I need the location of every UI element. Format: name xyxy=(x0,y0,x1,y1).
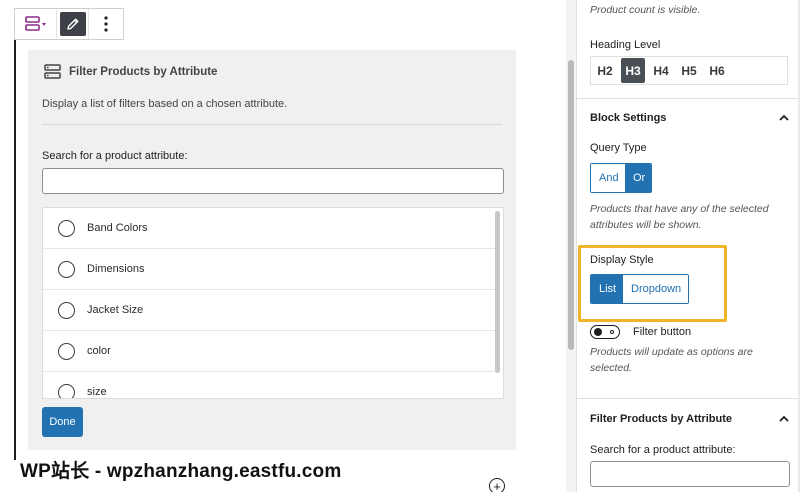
list-item[interactable]: Jacket Size xyxy=(43,290,495,331)
search-label: Search for a product attribute: xyxy=(42,150,188,162)
query-type-label: Query Type xyxy=(590,142,647,154)
query-and-button[interactable]: And xyxy=(591,164,625,192)
editor-scrollbar-thumb[interactable] xyxy=(568,60,574,350)
vertical-ellipsis-icon xyxy=(104,16,108,32)
block-switcher-button[interactable] xyxy=(15,9,57,39)
highlight-annotation xyxy=(578,245,727,322)
filter-button-label: Filter button xyxy=(633,326,692,338)
plus-circle-icon: + xyxy=(493,478,501,492)
filter-button-toggle[interactable] xyxy=(590,325,620,339)
attribute-label: Dimensions xyxy=(87,263,145,275)
done-button[interactable]: Done xyxy=(42,407,83,437)
heading-level-h6[interactable]: H6 xyxy=(705,58,729,83)
heading-level-h2[interactable]: H2 xyxy=(593,58,617,83)
attribute-label: Band Colors xyxy=(87,222,148,234)
toggle-knob xyxy=(594,328,602,336)
query-or-button[interactable]: Or xyxy=(625,164,651,192)
product-count-note: Product count is visible. xyxy=(590,4,701,16)
list-item[interactable]: Dimensions xyxy=(43,249,495,290)
attribute-search-input[interactable] xyxy=(42,168,504,194)
attribute-label: color xyxy=(87,345,111,357)
radio-button[interactable] xyxy=(58,301,75,319)
attribute-list[interactable]: Band Colors Dimensions Jacket Size color… xyxy=(42,207,504,399)
divider xyxy=(42,124,502,125)
heading-level-h5[interactable]: H5 xyxy=(677,58,701,83)
query-type-toggle: And Or xyxy=(590,163,652,193)
block-toolbar xyxy=(14,8,124,40)
block-description: Display a list of filters based on a cho… xyxy=(42,98,288,110)
pencil-icon xyxy=(66,18,78,30)
block-title: Filter Products by Attribute xyxy=(44,64,217,79)
add-block-button[interactable]: + xyxy=(489,478,505,492)
heading-level-group: H2 H3 H4 H5 H6 xyxy=(590,56,788,85)
filter-block-icon xyxy=(44,64,61,79)
edit-button-bg xyxy=(59,12,86,36)
chevron-up-icon[interactable] xyxy=(778,112,790,124)
list-item[interactable]: color xyxy=(43,331,495,372)
radio-button[interactable] xyxy=(58,342,75,360)
radio-button[interactable] xyxy=(58,260,75,278)
attribute-label: Jacket Size xyxy=(87,304,144,316)
block-title-text: Filter Products by Attribute xyxy=(69,65,218,78)
heading-level-label: Heading Level xyxy=(590,39,661,51)
sidebar-attribute-search-input[interactable] xyxy=(590,461,790,487)
radio-button[interactable] xyxy=(58,219,75,237)
more-options-button[interactable] xyxy=(89,9,123,39)
block-settings-title[interactable]: Block Settings xyxy=(590,112,666,124)
filter-section-title[interactable]: Filter Products by Attribute xyxy=(590,413,732,425)
toggle-off-indicator xyxy=(610,330,614,334)
query-type-help: Products that have any of the selected a… xyxy=(590,203,769,231)
watermark: WP站长 - wpzhanzhang.eastfu.com xyxy=(20,461,342,482)
chevron-up-icon[interactable] xyxy=(778,413,790,425)
editor-canvas: Filter Products by Attribute Display a l… xyxy=(0,0,576,492)
edit-button[interactable] xyxy=(57,9,89,39)
sidebar-search-label: Search for a product attribute: xyxy=(590,444,736,456)
list-scrollbar[interactable] xyxy=(495,211,500,373)
list-item[interactable]: Band Colors xyxy=(43,208,495,249)
divider xyxy=(577,98,798,99)
divider xyxy=(577,398,798,399)
list-item[interactable]: size xyxy=(43,372,495,398)
filter-button-help: Products will update as options are sele… xyxy=(590,346,753,374)
radio-button[interactable] xyxy=(58,383,75,398)
heading-level-h3[interactable]: H3 xyxy=(621,58,645,83)
heading-level-h4[interactable]: H4 xyxy=(649,58,673,83)
attribute-label: size xyxy=(87,386,107,398)
filter-block-icon xyxy=(24,16,46,31)
